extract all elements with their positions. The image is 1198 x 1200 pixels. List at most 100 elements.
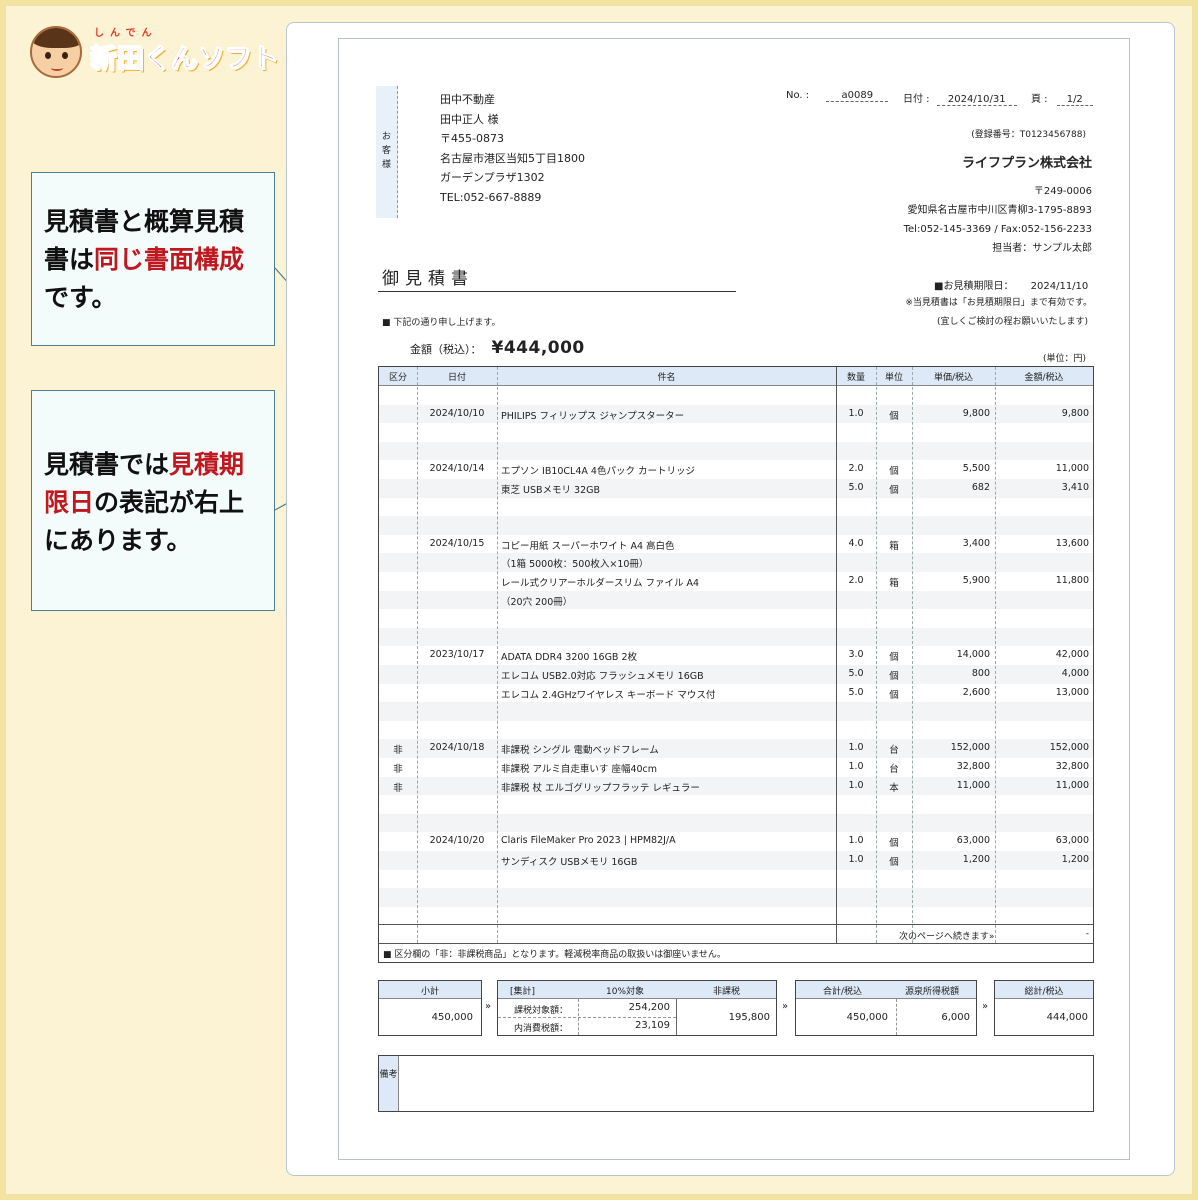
table-cell: 13,000 <box>1055 686 1089 698</box>
tax10-label: 10%対象 <box>606 987 645 997</box>
table-cell: 1.0 <box>848 854 864 865</box>
table-row <box>379 627 1093 647</box>
table-row <box>379 423 1093 442</box>
col-header-unit: 単位 <box>884 373 903 383</box>
table-cell: 13,600 <box>1055 537 1089 549</box>
table-cell: 個 <box>889 652 899 664</box>
customer-line: 田中不動産 <box>440 93 495 106</box>
doc-page: 1/2 <box>1056 94 1093 106</box>
withhold-value: 6,000 <box>941 1012 970 1023</box>
table-row <box>379 888 1093 907</box>
taxable-label: 課税対象額： <box>514 1006 569 1016</box>
title-underline <box>378 291 736 292</box>
table-cell: 5,500 <box>962 463 990 475</box>
table-cell: （1箱 5000枚：500枚入×10冊） <box>501 559 649 571</box>
table-row <box>379 441 1093 461</box>
doc-number-label: No. : <box>786 90 810 101</box>
table-cell: 800 <box>971 668 990 679</box>
col-header-unit-price: 単価/税込 <box>933 373 974 383</box>
doc-date-field: 日付 : 2024/10/31 <box>903 90 1017 106</box>
table-cell: 個 <box>889 857 899 868</box>
table-cell: 152,000 <box>950 742 990 754</box>
customer-line: TEL:052-667-8889 <box>440 190 542 204</box>
table-cell: 2024/10/14 <box>429 463 485 475</box>
arrow-1: » <box>485 1001 492 1012</box>
table-cell: PHILIPS フィリップス ジャンプスターター <box>501 410 685 422</box>
table-cell: 箱 <box>889 540 899 552</box>
table-cell: 非 <box>393 764 403 775</box>
customer-line: ガーデンプラザ1302 <box>440 171 545 184</box>
company-info-line: Tel:052-145-3369 / Fax:052-156-2233 <box>903 224 1092 235</box>
table-cell: 箱 <box>889 578 899 589</box>
table-cell: 1,200 <box>1061 854 1089 865</box>
table-cell: 3,400 <box>962 537 990 549</box>
doc-number: a0089 <box>826 90 889 102</box>
table-cell: エレコム USB2.0対応 フラッシュメモリ 16GB <box>501 671 704 682</box>
table-cell: 非課税 アルミ自走車いす 座幅40cm <box>501 764 658 775</box>
table-row: 2024/10/20 Claris FileMaker Pro 2023 | HP… <box>379 832 1093 851</box>
total-divider <box>896 999 897 1035</box>
table-cell: 1.0 <box>848 761 864 772</box>
subtotal-label: 小計 <box>379 981 481 999</box>
amount-value: ¥444,000 <box>491 338 585 358</box>
table-cell: 2024/10/18 <box>429 742 485 754</box>
table-cell: 5,900 <box>962 575 990 586</box>
table-cell: 非 <box>393 745 403 757</box>
table-row <box>379 795 1093 814</box>
table-cell: コピー用紙 スーパーホワイト A4 高白色 <box>501 540 675 552</box>
doc-page-label: 頁 : <box>1031 94 1048 105</box>
table-cell: 682 <box>971 482 990 493</box>
registration-number: (登録番号：T0123456788) <box>971 130 1086 140</box>
table-cell: 非課税 シングル 電動ベッドフレーム <box>501 745 659 757</box>
table-row: エレコム USB2.0対応 フラッシュメモリ 16GB 5.0 個 800 4,000 <box>379 665 1093 684</box>
table-cell: 9,800 <box>1061 407 1089 419</box>
table-row <box>379 870 1093 889</box>
next-page-note: 次のページへ続きます» <box>899 932 995 942</box>
table-cell: 東芝 USBメモリ 32GB <box>501 485 601 496</box>
table-row: （1箱 5000枚：500枚入×10冊） <box>379 553 1093 572</box>
intro-text: ■ 下記の通り申し上げます。 <box>382 318 501 328</box>
table-cell: 2023/10/17 <box>429 649 485 661</box>
taxable-value: 254,200 <box>628 1002 670 1013</box>
table-cell: 個 <box>889 485 899 496</box>
table-cell: 個 <box>889 466 899 478</box>
table-cell: 個 <box>889 671 899 682</box>
nontax-value: 195,800 <box>728 1012 770 1023</box>
table-cell: 5.0 <box>848 668 864 679</box>
table-row <box>379 386 1093 405</box>
col-divider <box>417 367 418 943</box>
customer-label-box: お客様 <box>376 86 398 218</box>
col-divider <box>836 367 837 943</box>
table-cell: 2024/10/20 <box>429 835 485 847</box>
table-cell: 2.0 <box>848 463 864 475</box>
expiry-field: ■お見積期限日： 2024/11/10 <box>934 277 1088 292</box>
table-cell: レール式クリアーホルダースリム ファイル A4 <box>501 578 700 589</box>
table-cell: 152,000 <box>1049 742 1089 754</box>
table-cell: 9,800 <box>962 407 990 419</box>
unit-note: (単位：円) <box>1042 354 1086 364</box>
grand-total-label: 総計/税込 <box>995 981 1093 999</box>
remarks-label: 備考 <box>379 1056 399 1111</box>
table-row: 非 非課税 杖 エルゴグリップフラッテ レギュラー 1.0 本 11,000 11,000 <box>379 776 1093 796</box>
table-row: サンディスク USBメモリ 16GB 1.0 個 1,200 1,200 <box>379 851 1093 870</box>
table-cell: 2024/10/15 <box>429 537 485 549</box>
table-cell: 2.0 <box>848 575 864 586</box>
table-cell: 3,410 <box>1061 482 1089 493</box>
aggregate-label: [集計] <box>510 987 536 997</box>
table-cell: 11,000 <box>1055 779 1089 791</box>
table-row <box>379 498 1093 517</box>
col-header-qty: 数量 <box>846 373 865 383</box>
table-row <box>379 609 1093 628</box>
customer-line: 〒455-0873 <box>440 132 504 145</box>
table-cell: 非課税 杖 エルゴグリップフラッテ レギュラー <box>501 782 700 794</box>
col-header-category: 区分 <box>388 373 407 383</box>
table-row: 東芝 USBメモリ 32GB 5.0 個 682 3,410 <box>379 479 1093 498</box>
arrow-2: » <box>782 1001 789 1012</box>
expiry-note-1: ※当見積書は「お見積期限日」まで有効です。 <box>905 298 1092 308</box>
customer-line: 名古屋市港区当知5丁目1800 <box>440 151 585 165</box>
grand-total-value: 444,000 <box>1046 1012 1088 1023</box>
arrow-3: » <box>982 1001 989 1012</box>
table-cell: 個 <box>889 838 899 850</box>
table-cell: エプソン IB10CL4A 4色パック カートリッジ <box>501 466 695 478</box>
inner-tax-value: 23,109 <box>635 1020 670 1031</box>
